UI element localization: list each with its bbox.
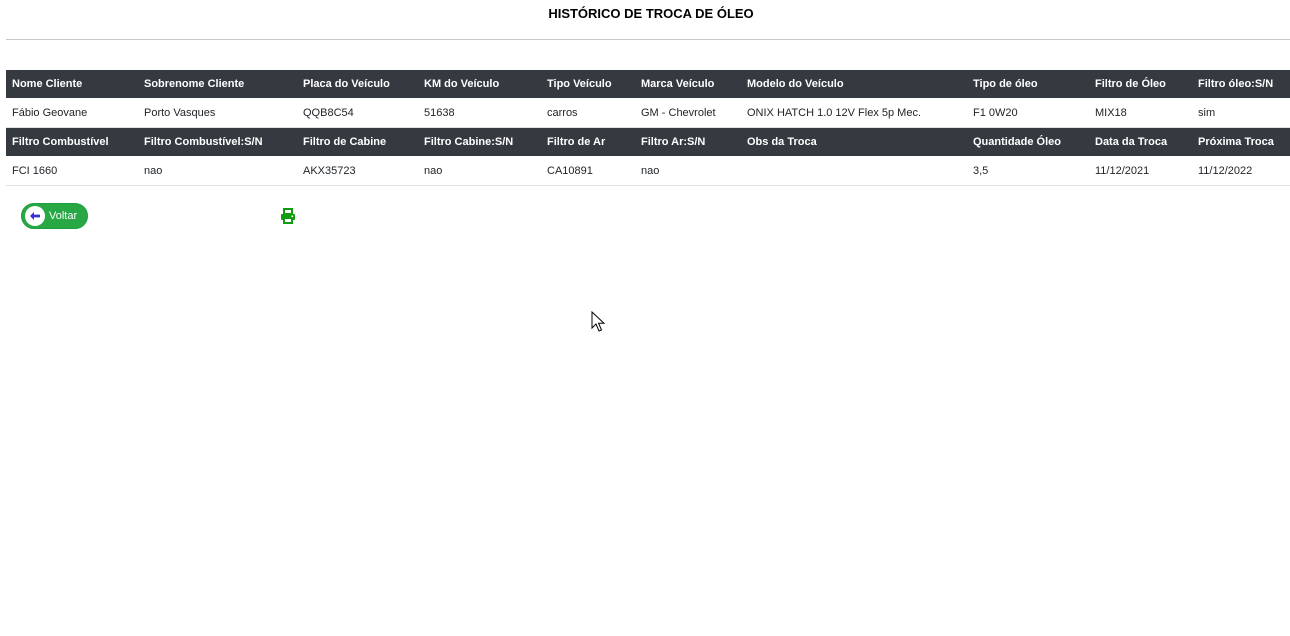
page-title: HISTÓRICO DE TROCA DE ÓLEO — [548, 6, 754, 21]
header-sobrenome-cliente: Sobrenome Cliente — [138, 70, 297, 98]
header-filtro-cabine-sn: Filtro Cabine:S/N — [418, 127, 541, 156]
mouse-cursor-icon — [591, 310, 606, 332]
cell-proxima-troca: 11/12/2022 — [1192, 156, 1290, 186]
cell-filtro-combustivel-sn: nao — [138, 156, 297, 186]
cell-filtro-oleo-sn: sim — [1192, 98, 1290, 128]
title-divider — [6, 39, 1290, 40]
header-filtro-cabine: Filtro de Cabine — [297, 127, 418, 156]
printer-icon[interactable] — [280, 208, 296, 224]
header-filtro-combustivel-sn: Filtro Combustível:S/N — [138, 127, 297, 156]
arrow-left-icon — [25, 206, 45, 226]
header-filtro-ar: Filtro de Ar — [541, 127, 635, 156]
header-filtro-ar-sn: Filtro Ar:S/N — [635, 127, 741, 156]
cell-filtro-cabine: AKX35723 — [297, 156, 418, 186]
cell-filtro-ar: CA10891 — [541, 156, 635, 186]
header-proxima-troca: Próxima Troca — [1192, 127, 1290, 156]
header-modelo-veiculo: Modelo do Veículo — [741, 70, 967, 98]
table-header-row: Nome Cliente Sobrenome Cliente Placa do … — [6, 70, 1290, 98]
header-data-troca: Data da Troca — [1089, 127, 1192, 156]
header-filtro-oleo: Filtro de Óleo — [1089, 70, 1192, 98]
back-button[interactable]: Voltar — [21, 203, 88, 229]
cell-sobrenome-cliente: Porto Vasques — [138, 98, 297, 128]
header-tipo-veiculo: Tipo Veículo — [541, 70, 635, 98]
cell-filtro-cabine-sn: nao — [418, 156, 541, 186]
cell-tipo-veiculo: carros — [541, 98, 635, 128]
cell-marca-veiculo: GM - Chevrolet — [635, 98, 741, 128]
cell-filtro-oleo: MIX18 — [1089, 98, 1192, 128]
header-filtro-oleo-sn: Filtro óleo:S/N — [1192, 70, 1290, 98]
header-marca-veiculo: Marca Veículo — [635, 70, 741, 98]
cell-km-veiculo: 51638 — [418, 98, 541, 128]
cell-tipo-oleo: F1 0W20 — [967, 98, 1089, 128]
oil-change-record-table: Nome Cliente Sobrenome Cliente Placa do … — [6, 70, 1290, 186]
cell-obs-troca — [741, 156, 967, 186]
table-header-row: Filtro Combustível Filtro Combustível:S/… — [6, 127, 1290, 156]
header-nome-cliente: Nome Cliente — [6, 70, 138, 98]
header-km-veiculo: KM do Veículo — [418, 70, 541, 98]
cell-filtro-ar-sn: nao — [635, 156, 741, 186]
header-quantidade-oleo: Quantidade Óleo — [967, 127, 1089, 156]
header-tipo-oleo: Tipo de óleo — [967, 70, 1089, 98]
cell-quantidade-oleo: 3,5 — [967, 156, 1089, 186]
cell-nome-cliente: Fábio Geovane — [6, 98, 138, 128]
header-obs-troca: Obs da Troca — [741, 127, 967, 156]
cell-data-troca: 11/12/2021 — [1089, 156, 1192, 186]
cell-placa-veiculo: QQB8C54 — [297, 98, 418, 128]
header-placa-veiculo: Placa do Veículo — [297, 70, 418, 98]
header-filtro-combustivel: Filtro Combustível — [6, 127, 138, 156]
cell-modelo-veiculo: ONIX HATCH 1.0 12V Flex 5p Mec. — [741, 98, 967, 128]
table-row: Fábio Geovane Porto Vasques QQB8C54 5163… — [6, 98, 1290, 128]
back-button-label: Voltar — [49, 210, 78, 222]
table-row: FCI 1660 nao AKX35723 nao CA10891 nao 3,… — [6, 156, 1290, 186]
cell-filtro-combustivel: FCI 1660 — [6, 156, 138, 186]
